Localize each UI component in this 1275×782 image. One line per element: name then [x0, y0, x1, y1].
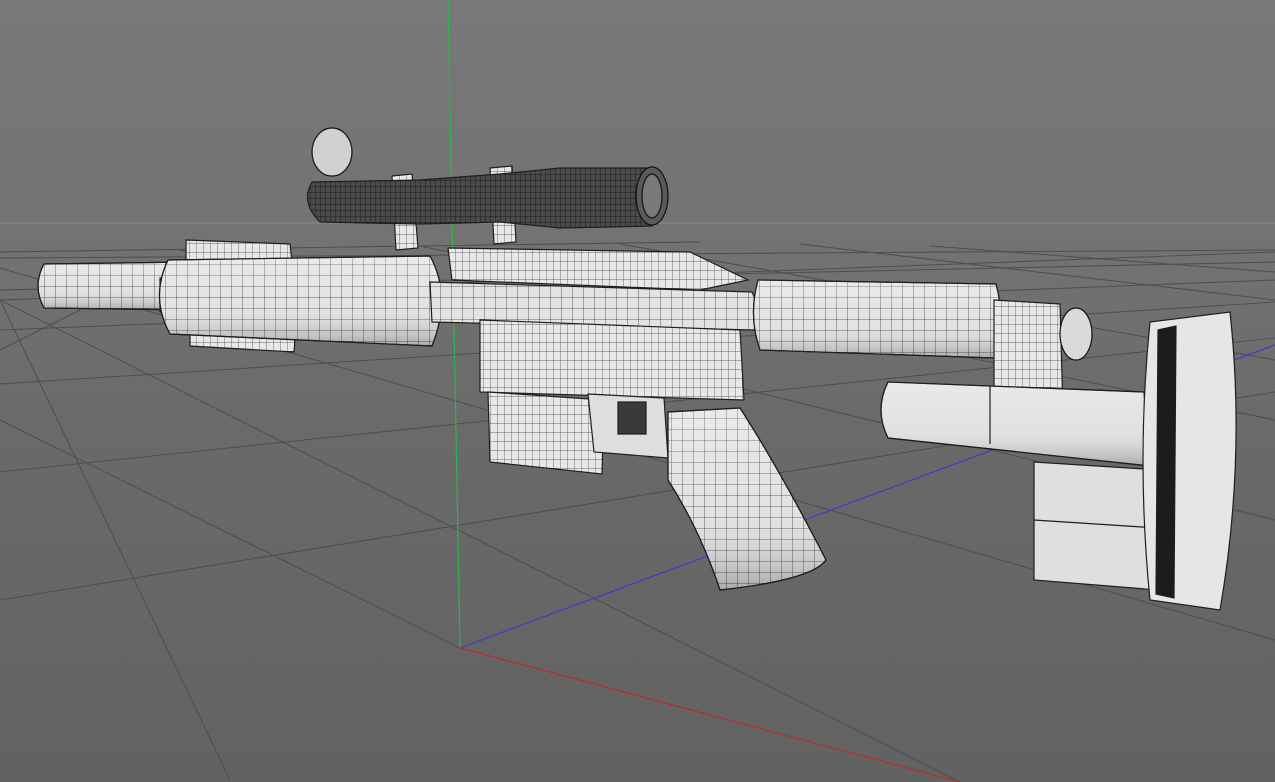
3d-viewport[interactable]	[0, 0, 1275, 782]
rifle-model[interactable]	[37, 127, 1237, 611]
buffer-tube[interactable]	[752, 279, 1002, 359]
y-axis-line	[447, 0, 461, 649]
handguard[interactable]	[158, 255, 443, 347]
stock-block[interactable]	[1033, 461, 1161, 591]
magazine[interactable]	[487, 391, 605, 475]
stock-lower-tube[interactable]	[880, 381, 1151, 467]
x-axis-line	[459, 647, 961, 782]
trigger-guard[interactable]	[587, 393, 669, 459]
scope[interactable]	[306, 127, 669, 229]
pistol-grip[interactable]	[667, 407, 827, 591]
butt-pad[interactable]	[1142, 311, 1237, 611]
scope-lens-cap[interactable]	[311, 127, 353, 177]
